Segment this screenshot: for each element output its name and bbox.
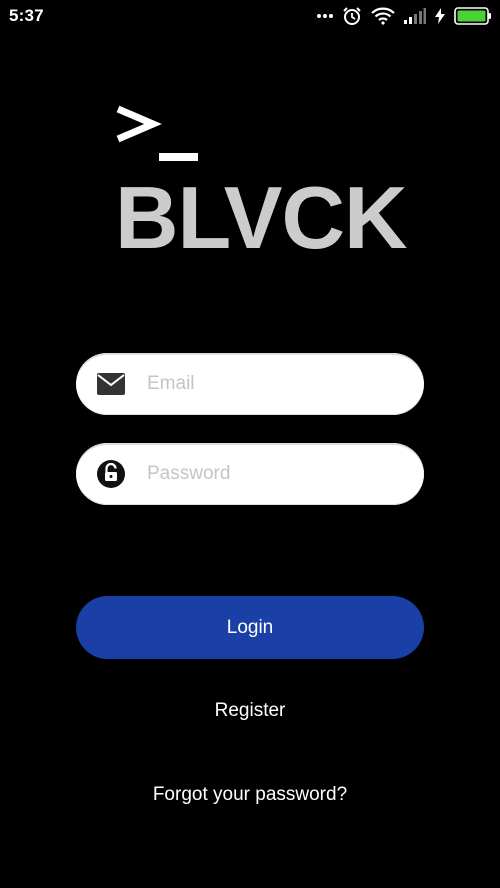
unlock-icon: [96, 460, 126, 488]
email-input[interactable]: [147, 353, 397, 415]
charging-bolt-icon: [435, 8, 445, 24]
status-time: 5:37: [9, 6, 44, 25]
logo-name: BLVCK: [115, 168, 408, 267]
status-bar: 5:37: [0, 0, 500, 34]
login-button[interactable]: Login: [76, 596, 424, 659]
password-field[interactable]: [76, 443, 424, 505]
logo-prompt-glyph: [115, 105, 205, 172]
wifi-icon: [371, 7, 395, 25]
password-input[interactable]: [147, 443, 397, 505]
email-field[interactable]: [76, 353, 424, 415]
battery-icon: [454, 7, 492, 25]
register-link[interactable]: Register: [0, 700, 500, 722]
more-dots-icon: [317, 13, 333, 19]
status-icons: [317, 4, 492, 28]
envelope-icon: [96, 370, 126, 398]
cell-signal-icon: [404, 8, 426, 24]
forgot-password-link[interactable]: Forgot your password?: [0, 784, 500, 806]
alarm-clock-icon: [342, 6, 362, 26]
